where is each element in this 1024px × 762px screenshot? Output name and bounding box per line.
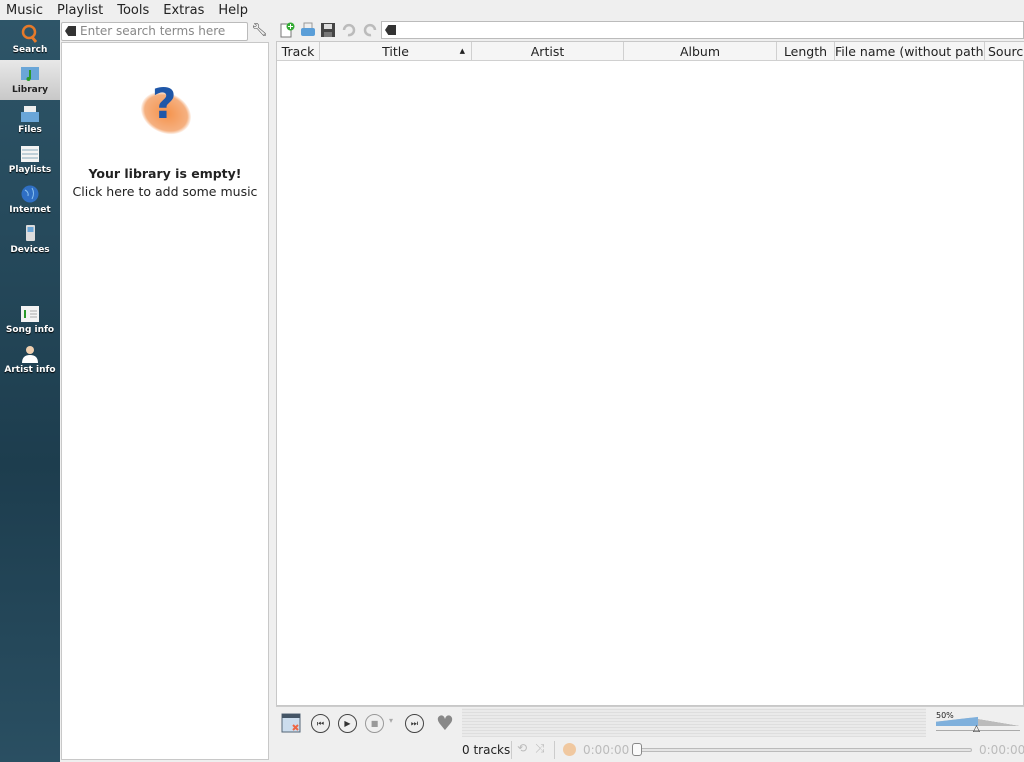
scrobble-icon[interactable] [563, 743, 576, 756]
playlist-table[interactable]: Track Title ▲ Artist Album Length File na… [276, 41, 1024, 706]
column-header-album[interactable]: Album [624, 42, 777, 61]
sidebar-label: Search [12, 45, 48, 55]
sidebar-label: Artist info [4, 365, 56, 375]
sidebar-label: Internet [9, 205, 51, 215]
column-header-title[interactable]: Title ▲ [320, 42, 472, 61]
playlists-icon [21, 146, 39, 162]
track-count: 0 tracks [462, 743, 511, 757]
column-header-filename[interactable]: File name (without path) [835, 42, 985, 61]
clear-icon[interactable] [385, 25, 396, 35]
artist-info-icon [22, 346, 38, 363]
sidebar-item-playlists[interactable]: Playlists [0, 140, 60, 180]
elapsed-time: 0:00:00 [583, 743, 630, 757]
undo-icon[interactable] [341, 22, 357, 38]
library-panel: ? Your library is empty! Click here to a… [61, 42, 269, 760]
now-playing-art-icon[interactable] [281, 713, 301, 733]
previous-icon: ⏮ [316, 718, 325, 728]
menu-help[interactable]: Help [218, 3, 248, 18]
play-icon: ▶ [344, 719, 351, 728]
sidebar-label: Devices [10, 245, 50, 255]
wrench-icon: 🔧︎ [251, 23, 268, 38]
redo-icon[interactable] [362, 22, 378, 38]
sidebar-item-artist-info[interactable]: Artist info [0, 340, 60, 380]
next-button[interactable]: ⏭ [405, 714, 424, 733]
search-placeholder: Enter search terms here [80, 24, 226, 38]
library-config-button[interactable]: 🔧︎ [251, 23, 268, 39]
empty-title: Your library is empty! [88, 166, 242, 181]
sidebar-label: Playlists [8, 165, 52, 175]
files-icon [21, 106, 39, 122]
menu-bar: Music Playlist Tools Extras Help [0, 0, 1024, 20]
menu-tools[interactable]: Tools [117, 3, 149, 18]
sidebar-item-library[interactable]: Library [0, 60, 60, 100]
stop-button[interactable]: ■ [365, 714, 384, 733]
add-music-link[interactable]: Click here to add some music [62, 184, 268, 199]
sidebar: Search Library Files Playlists Internet … [0, 20, 60, 762]
globe-icon [21, 185, 39, 203]
repeat-icon[interactable]: ⟲ [517, 741, 527, 755]
sidebar-label: Library [11, 85, 49, 95]
column-label: Title [382, 44, 409, 59]
empty-library-button[interactable]: ? [133, 79, 199, 145]
column-header-length[interactable]: Length [777, 42, 835, 61]
volume-handle[interactable]: △ [973, 724, 980, 734]
sidebar-item-song-info[interactable]: Song info [0, 300, 60, 340]
menu-music[interactable]: Music [6, 3, 43, 18]
sidebar-label: Song info [5, 325, 55, 335]
sidebar-item-internet[interactable]: Internet [0, 180, 60, 220]
volume-label: 50% [936, 711, 954, 720]
column-header-artist[interactable]: Artist [472, 42, 624, 61]
new-playlist-icon[interactable] [279, 22, 295, 38]
stop-menu-arrow-icon[interactable]: ▾ [389, 716, 393, 725]
play-button[interactable]: ▶ [338, 714, 357, 733]
load-playlist-icon[interactable] [300, 22, 316, 38]
column-header-track[interactable]: Track [277, 42, 320, 61]
menu-playlist[interactable]: Playlist [57, 3, 103, 18]
menu-extras[interactable]: Extras [163, 3, 204, 18]
search-icon [21, 24, 38, 43]
previous-button[interactable]: ⏮ [311, 714, 330, 733]
sidebar-label: Files [18, 125, 42, 135]
save-playlist-icon[interactable] [320, 22, 336, 38]
total-time: 0:00:00 [979, 743, 1024, 757]
column-header-source[interactable]: Source [985, 42, 1024, 61]
sort-ascending-icon: ▲ [459, 47, 465, 55]
next-icon: ⏭ [410, 718, 419, 728]
sidebar-item-search[interactable]: Search [0, 20, 60, 60]
seek-slider[interactable] [634, 748, 972, 752]
seek-handle[interactable] [632, 743, 642, 756]
library-icon [21, 67, 39, 81]
stop-icon: ■ [370, 719, 379, 728]
clear-icon[interactable] [65, 26, 76, 36]
question-mark: ? [152, 79, 177, 128]
sidebar-item-files[interactable]: Files [0, 100, 60, 140]
love-heart-icon[interactable]: ♥ [436, 711, 454, 735]
status-bar: 0 tracks ⟲ ⤨ 0:00:00 0:00:00 [276, 738, 1024, 762]
library-search-input[interactable]: Enter search terms here [61, 22, 248, 41]
analyzer[interactable] [462, 708, 926, 737]
shuffle-icon[interactable]: ⤨ [535, 741, 545, 756]
playlist-filter-input[interactable] [381, 21, 1024, 39]
sidebar-item-devices[interactable]: Devices [0, 220, 60, 260]
devices-icon [26, 225, 35, 241]
song-info-icon [21, 306, 39, 322]
